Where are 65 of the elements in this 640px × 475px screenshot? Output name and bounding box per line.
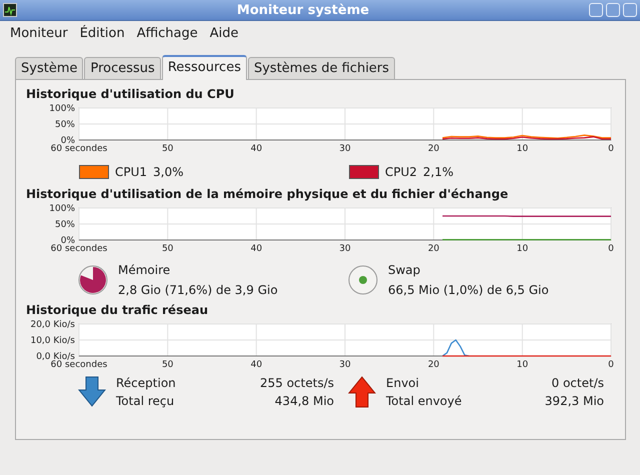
axis-label: 40 xyxy=(250,144,262,154)
cpu-label: CPU1 xyxy=(115,165,148,179)
axis-label: 30 xyxy=(339,144,351,154)
section-title: Historique du trafic réseau xyxy=(26,303,209,317)
memory-label: Mémoire xyxy=(118,263,172,277)
axis-label: 60 secondes xyxy=(50,360,108,370)
axis-label: 100% xyxy=(49,204,75,214)
minimize-button[interactable] xyxy=(589,3,603,17)
axis-label: 50% xyxy=(54,220,75,230)
memory-label: Swap xyxy=(388,263,422,277)
rate-value: 0 octet/s xyxy=(550,376,604,390)
section-title: Historique d'utilisation du CPU xyxy=(26,87,236,101)
axis-label: 50 xyxy=(162,360,174,370)
usage-pie-icon xyxy=(78,265,108,295)
axis-label: 30 xyxy=(339,244,351,254)
axis-label: 0 xyxy=(608,360,614,370)
close-button[interactable] xyxy=(623,3,637,17)
tab[interactable]: Système xyxy=(15,57,84,79)
total-value: 434,8 Mio xyxy=(274,394,334,408)
total-label: Total envoyé xyxy=(386,394,463,408)
axis-label: 30 xyxy=(339,360,351,370)
down-arrow-icon xyxy=(78,376,106,408)
total-label: Total reçu xyxy=(116,394,176,408)
window-title: Moniteur système xyxy=(236,2,370,18)
cpu-value: 3,0% xyxy=(153,165,184,179)
axis-label: 0 xyxy=(608,144,614,154)
axis-label: 0 xyxy=(608,244,614,254)
monitor-icon xyxy=(3,3,17,17)
rate-value: 255 octets/s xyxy=(259,376,334,390)
axis-label: 10 xyxy=(516,144,528,154)
tab[interactable]: Systèmes de fichiers xyxy=(248,57,396,79)
axis-label: 10 xyxy=(516,244,528,254)
axis-label: 10,0 Kio/s xyxy=(30,336,75,346)
menu-item[interactable]: Aide xyxy=(204,26,245,40)
menu-item[interactable]: Moniteur xyxy=(4,26,74,40)
axis-label: 0% xyxy=(60,136,75,146)
usage-pie-icon xyxy=(348,265,378,295)
section-title: Historique d'utilisation de la mémoire physique et du fichier d'échange xyxy=(26,187,510,201)
axis-label: 10 xyxy=(516,360,528,370)
maximize-button[interactable] xyxy=(606,3,620,17)
axis-label: 40 xyxy=(250,360,262,370)
axis-label: 60 secondes xyxy=(50,244,108,254)
cpu-value: 2,1% xyxy=(423,165,454,179)
up-arrow-icon xyxy=(348,376,376,408)
rate-label: Envoi xyxy=(386,376,420,390)
axis-label: 50 xyxy=(162,144,174,154)
total-value: 392,3 Mio xyxy=(544,394,604,408)
rate-label: Réception xyxy=(116,376,177,390)
axis-label: 60 secondes xyxy=(50,144,108,154)
cpu-label: CPU2 xyxy=(385,165,418,179)
axis-label: 50 xyxy=(162,244,174,254)
axis-label: 0% xyxy=(60,236,75,246)
axis-label: 20 xyxy=(428,144,440,154)
tab[interactable]: Processus xyxy=(84,57,161,79)
tab[interactable]: Ressources xyxy=(162,55,247,80)
menu-item[interactable]: Édition xyxy=(74,26,131,40)
memory-detail: 2,8 Gio (71,6%) de 3,9 Gio xyxy=(118,283,278,297)
axis-label: 20 xyxy=(428,360,440,370)
menu-item[interactable]: Affichage xyxy=(130,26,204,40)
axis-label: 20 xyxy=(428,244,440,254)
axis-label: 40 xyxy=(250,244,262,254)
axis-label: 50% xyxy=(54,120,75,130)
axis-label: 20,0 Kio/s xyxy=(30,320,75,330)
axis-label: 100% xyxy=(49,104,75,114)
memory-detail: 66,5 Mio (1,0%) de 6,5 Gio xyxy=(388,283,549,297)
